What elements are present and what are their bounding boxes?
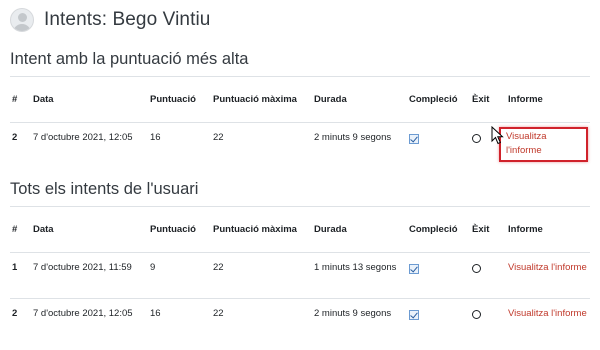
view-report-link[interactable]: Visualitza l'informe [508,262,587,273]
attempt-max-score: 22 [211,122,312,173]
column-header-score: Puntuació [148,76,211,123]
attempt-score: 16 [148,298,211,345]
attempt-date: 7 d'octubre 2021, 11:59 [31,252,148,299]
circle-outline-icon [472,264,481,273]
attempt-number: 2 [10,122,31,173]
attempt-duration: 1 minuts 13 segons [312,252,407,299]
column-header-duration: Durada [312,206,407,253]
attempt-max-score: 22 [211,298,312,345]
view-report-link[interactable]: Visualitza l'informe [508,308,587,319]
attempt-number: 2 [10,298,31,345]
checkbox-checked-icon [409,264,419,274]
attempt-report: Visualitza l'informe [506,298,590,345]
attempt-completion [407,298,470,345]
checkbox-checked-icon [409,310,419,320]
table-row: 1 7 d'octubre 2021, 11:59 9 22 1 minuts … [10,252,590,299]
column-header-number: # [10,76,31,123]
column-header-max-score: Puntuació màxima [211,206,312,253]
checkbox-checked-icon [409,134,419,144]
column-header-number: # [10,206,31,253]
column-header-success: Èxit [470,76,506,123]
attempt-date: 7 d'octubre 2021, 12:05 [31,298,148,345]
attempt-max-score: 22 [211,252,312,299]
column-header-report: Informe [506,206,590,253]
attempt-success [470,298,506,345]
all-attempts-title: Tots els intents de l'usuari [10,180,199,198]
attempt-duration: 2 minuts 9 segons [312,298,407,345]
all-attempts-table: # Data Puntuació Puntuació màxima Durada… [10,206,590,345]
column-header-score: Puntuació [148,206,211,253]
page-header: Intents: Bego Vintiu [10,5,210,35]
report-link-highlight: Visualitza l'informe [499,127,588,162]
mouse-pointer-icon [491,126,504,145]
best-attempt-title: Intent amb la puntuació més alta [10,50,249,68]
column-header-report: Informe [506,76,590,123]
attempt-success [470,252,506,299]
attempt-report: Visualitza l'informe [499,122,590,173]
column-header-duration: Durada [312,76,407,123]
table-row: 2 7 d'octubre 2021, 12:05 16 22 2 minuts… [10,298,590,345]
user-avatar-icon[interactable] [10,8,34,32]
attempt-score: 16 [148,122,211,173]
column-header-success: Èxit [470,206,506,253]
circle-outline-icon [472,310,481,319]
column-header-completion: Compleció [407,206,470,253]
attempt-completion [407,122,470,173]
attempt-report: Visualitza l'informe [506,252,590,299]
attempt-number: 1 [10,252,31,299]
page-title: Intents: Bego Vintiu [44,9,211,30]
table-header-row: # Data Puntuació Puntuació màxima Durada… [10,206,590,253]
column-header-date: Data [31,76,148,123]
attempt-duration: 2 minuts 9 segons [312,122,407,173]
attempt-score: 9 [148,252,211,299]
best-attempt-table: # Data Puntuació Puntuació màxima Durada… [10,76,590,173]
circle-outline-icon [472,134,481,143]
table-header-row: # Data Puntuació Puntuació màxima Durada… [10,76,590,123]
attempt-completion [407,252,470,299]
column-header-date: Data [31,206,148,253]
column-header-completion: Compleció [407,76,470,123]
column-header-max-score: Puntuació màxima [211,76,312,123]
attempt-date: 7 d'octubre 2021, 12:05 [31,122,148,173]
view-report-link[interactable]: Visualitza l'informe [506,131,547,156]
